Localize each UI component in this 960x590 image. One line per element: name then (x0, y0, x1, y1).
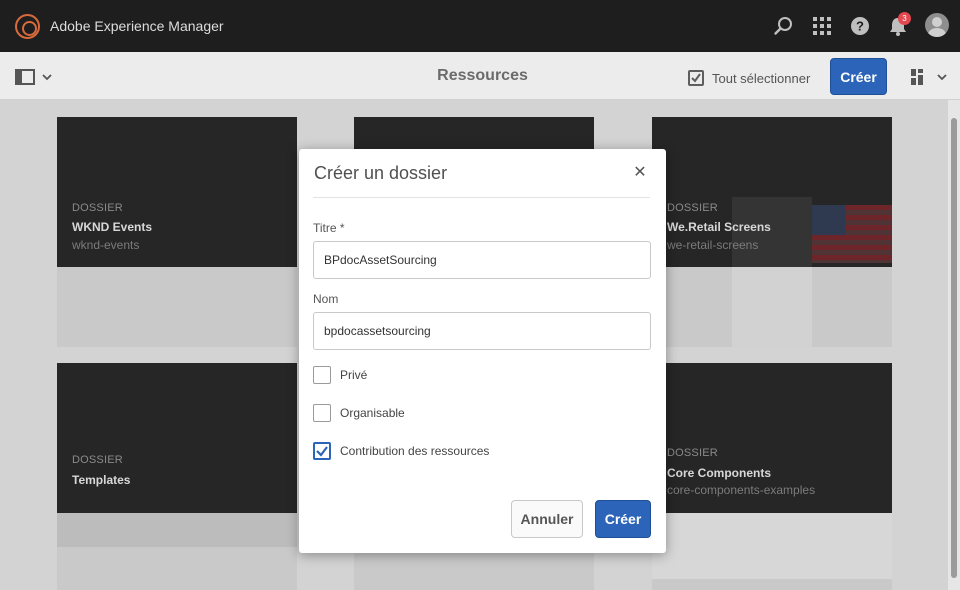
private-label: Privé (340, 368, 368, 382)
action-bar: Ressources Tout sélectionner Créer (0, 52, 960, 100)
scrollbar-thumb[interactable] (951, 118, 957, 578)
checkmark-icon (316, 446, 328, 457)
cancel-button[interactable]: Annuler (511, 500, 583, 538)
scrollbar[interactable] (948, 100, 960, 590)
dialog-divider (313, 197, 650, 198)
app-title[interactable]: Adobe Experience Manager (50, 18, 224, 34)
asset-contribution-checkbox[interactable] (313, 442, 331, 460)
close-icon[interactable]: ✕ (631, 164, 649, 182)
help-icon[interactable]: ? (849, 15, 871, 37)
shell-header: Adobe Experience Manager ? 3 (0, 0, 960, 52)
title-field-label: Titre * (313, 221, 345, 235)
orderable-checkbox[interactable] (313, 404, 331, 422)
apps-grid-icon[interactable] (811, 15, 833, 37)
search-icon[interactable] (773, 15, 795, 37)
create-folder-button[interactable]: Créer (595, 500, 651, 538)
title-input[interactable] (313, 241, 651, 279)
select-all-label: Tout sélectionner (712, 70, 811, 86)
dialog-title: Créer un dossier (314, 163, 448, 183)
orderable-option[interactable]: Organisable (313, 403, 405, 423)
name-field-label: Nom (313, 292, 339, 306)
notification-badge: 3 (898, 12, 911, 25)
create-button[interactable]: Créer (830, 58, 887, 95)
svg-text:?: ? (856, 19, 864, 34)
page-title: Ressources (437, 67, 528, 84)
view-switcher-button[interactable] (910, 68, 950, 86)
private-option[interactable]: Privé (313, 365, 367, 385)
create-folder-dialog: Créer un dossier ✕ Titre * Nom Privé Org… (299, 149, 666, 553)
name-input[interactable] (313, 312, 651, 350)
private-checkbox[interactable] (313, 366, 331, 384)
asset-contribution-label: Contribution des ressources (340, 444, 490, 458)
rail-toggle-button[interactable] (15, 68, 55, 86)
aem-logo-icon[interactable] (15, 14, 40, 39)
orderable-label: Organisable (340, 406, 405, 420)
select-all-button[interactable]: Tout sélectionner (688, 68, 810, 88)
select-all-checkbox-icon (688, 70, 704, 86)
asset-contribution-option[interactable]: Contribution des ressources (313, 441, 489, 461)
avatar[interactable] (925, 13, 949, 37)
